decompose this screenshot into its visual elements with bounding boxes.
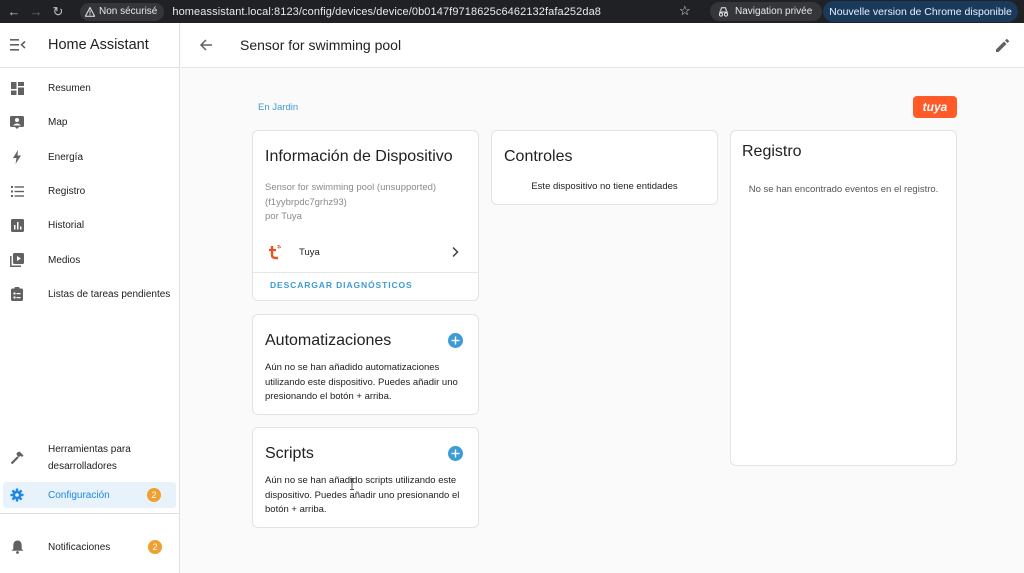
device-info-card: Información de Dispositivo Sensor for sw… xyxy=(252,130,479,301)
back-arrow-icon[interactable]: ← xyxy=(6,4,22,20)
media-icon xyxy=(10,253,24,267)
incognito-label: Navigation privée xyxy=(735,6,813,17)
sidebar-item-configuracion[interactable]: Configuración 2 xyxy=(3,482,176,508)
sidebar-item-registro[interactable]: Registro xyxy=(0,178,180,204)
sidebar-item-label: Medios xyxy=(48,254,81,266)
warning-icon xyxy=(85,6,95,17)
integration-label: Tuya xyxy=(299,246,320,258)
sidebar-item-label: Herramientas para desarrolladores xyxy=(48,441,131,475)
pencil-icon[interactable] xyxy=(995,38,1010,53)
bookmark-star-icon[interactable]: ☆ xyxy=(679,3,691,19)
dashboard-icon xyxy=(10,81,24,95)
sidebar-item-map[interactable]: Map xyxy=(0,109,180,135)
card-title: Información de Dispositivo xyxy=(265,148,453,165)
tuya-brand-logo: tuya xyxy=(913,96,957,118)
incognito-icon xyxy=(718,6,729,17)
sidebar-item-label: Historial xyxy=(48,219,85,231)
sidebar-item-label: Listas de tareas pendientes xyxy=(48,288,171,300)
device-description: Sensor for swimming pool (unsupported) (… xyxy=(265,181,436,225)
logbook-card: Registro No se han encontrado eventos en… xyxy=(730,130,957,466)
sidebar-divider xyxy=(0,513,180,514)
sidebar-item-label: Registro xyxy=(48,185,86,197)
sidebar-item-resumen[interactable]: Resumen xyxy=(0,75,180,101)
automations-card: Automatizaciones Aún no se han añadido a… xyxy=(252,314,479,415)
page-title: Sensor for swimming pool xyxy=(240,37,402,53)
notifications-badge: 2 xyxy=(148,540,162,554)
card-title: Scripts xyxy=(265,445,314,462)
sidebar-item-energia[interactable]: Energía xyxy=(0,144,180,170)
security-chip[interactable]: Non sécurisé xyxy=(80,2,165,21)
integration-row[interactable]: Tuya xyxy=(253,239,478,265)
chart-icon xyxy=(10,218,24,232)
app-title: Home Assistant xyxy=(48,37,149,53)
device-id: (f1yybrpdc7grhz93) xyxy=(265,196,347,208)
sidebar-item-label: Resumen xyxy=(48,82,91,94)
reload-icon[interactable]: ↻ xyxy=(50,4,66,20)
add-automation-icon[interactable] xyxy=(448,333,463,348)
device-model: Sensor for swimming pool (unsupported) xyxy=(265,182,437,193)
hammer-icon xyxy=(10,451,24,465)
tuya-integration-icon xyxy=(269,245,281,260)
chevron-right-icon xyxy=(452,246,459,258)
dev-tools-line2: desarrolladores xyxy=(48,461,117,472)
sidebar-item-medios[interactable]: Medios xyxy=(0,247,180,273)
sidebar-item-developer-tools[interactable]: Herramientas para desarrolladores xyxy=(0,440,180,476)
gear-icon xyxy=(10,488,24,502)
add-script-icon[interactable] xyxy=(448,446,463,461)
sidebar-item-historial[interactable]: Historial xyxy=(0,212,180,238)
automations-empty-text: Aún no se han añadido automatizaciones u… xyxy=(265,362,458,402)
card-title: Registro xyxy=(742,143,802,160)
text-cursor-icon xyxy=(350,478,354,490)
forward-arrow-icon[interactable]: → xyxy=(28,4,44,20)
card-title: Automatizaciones xyxy=(265,332,392,349)
page-header: Sensor for swimming pool xyxy=(181,23,1024,68)
sidebar-item-label: Notificaciones xyxy=(48,541,111,553)
logbook-empty-text: No se han encontrado eventos en el regis… xyxy=(748,184,939,195)
settings-badge: 2 xyxy=(147,488,161,502)
controls-empty-text: Este dispositivo no tiene entidades xyxy=(531,181,678,192)
list-icon xyxy=(10,184,24,198)
controls-card: Controles Este dispositivo no tiene enti… xyxy=(491,130,718,205)
back-arrow-icon[interactable] xyxy=(199,38,213,52)
sidebar-item-label: Configuración xyxy=(48,489,110,501)
sidebar-item-tareas[interactable]: Listas de tareas pendientes xyxy=(0,281,180,307)
map-icon xyxy=(10,115,24,129)
menu-collapse-icon[interactable] xyxy=(10,38,26,52)
sidebar-item-notificaciones[interactable]: Notificaciones 2 xyxy=(0,534,180,560)
sidebar-header: Home Assistant xyxy=(0,23,179,68)
scripts-empty-text: Aún no se han añadido scripts utilizando… xyxy=(265,475,460,515)
card-divider xyxy=(253,272,478,273)
incognito-chip[interactable]: Navigation privée xyxy=(710,2,823,21)
sidebar: Home Assistant Resumen Map Energía Regis… xyxy=(0,23,180,573)
lightning-icon xyxy=(10,150,24,164)
clipboard-icon xyxy=(10,287,24,301)
download-diagnostics-button[interactable]: DESCARGAR DIAGNÓSTICOS xyxy=(270,280,413,290)
sidebar-item-label: Map xyxy=(48,116,68,128)
security-label: Non sécurisé xyxy=(99,6,158,17)
scripts-card: Scripts Aún no se han añadido scripts ut… xyxy=(252,427,479,528)
browser-toolbar: ← → ↻ Non sécurisé homeassistant.local:8… xyxy=(0,0,1024,23)
card-title: Controles xyxy=(504,148,573,165)
dev-tools-line1: Herramientas para xyxy=(48,444,131,455)
device-manufacturer: por Tuya xyxy=(265,211,302,222)
address-bar[interactable]: homeassistant.local:8123/config/devices/… xyxy=(172,6,601,18)
area-link[interactable]: En Jardin xyxy=(258,102,298,113)
sidebar-item-label: Energía xyxy=(48,151,84,163)
bell-icon xyxy=(10,540,24,554)
chrome-update-button[interactable]: Nouvelle version de Chrome disponible xyxy=(823,1,1018,22)
